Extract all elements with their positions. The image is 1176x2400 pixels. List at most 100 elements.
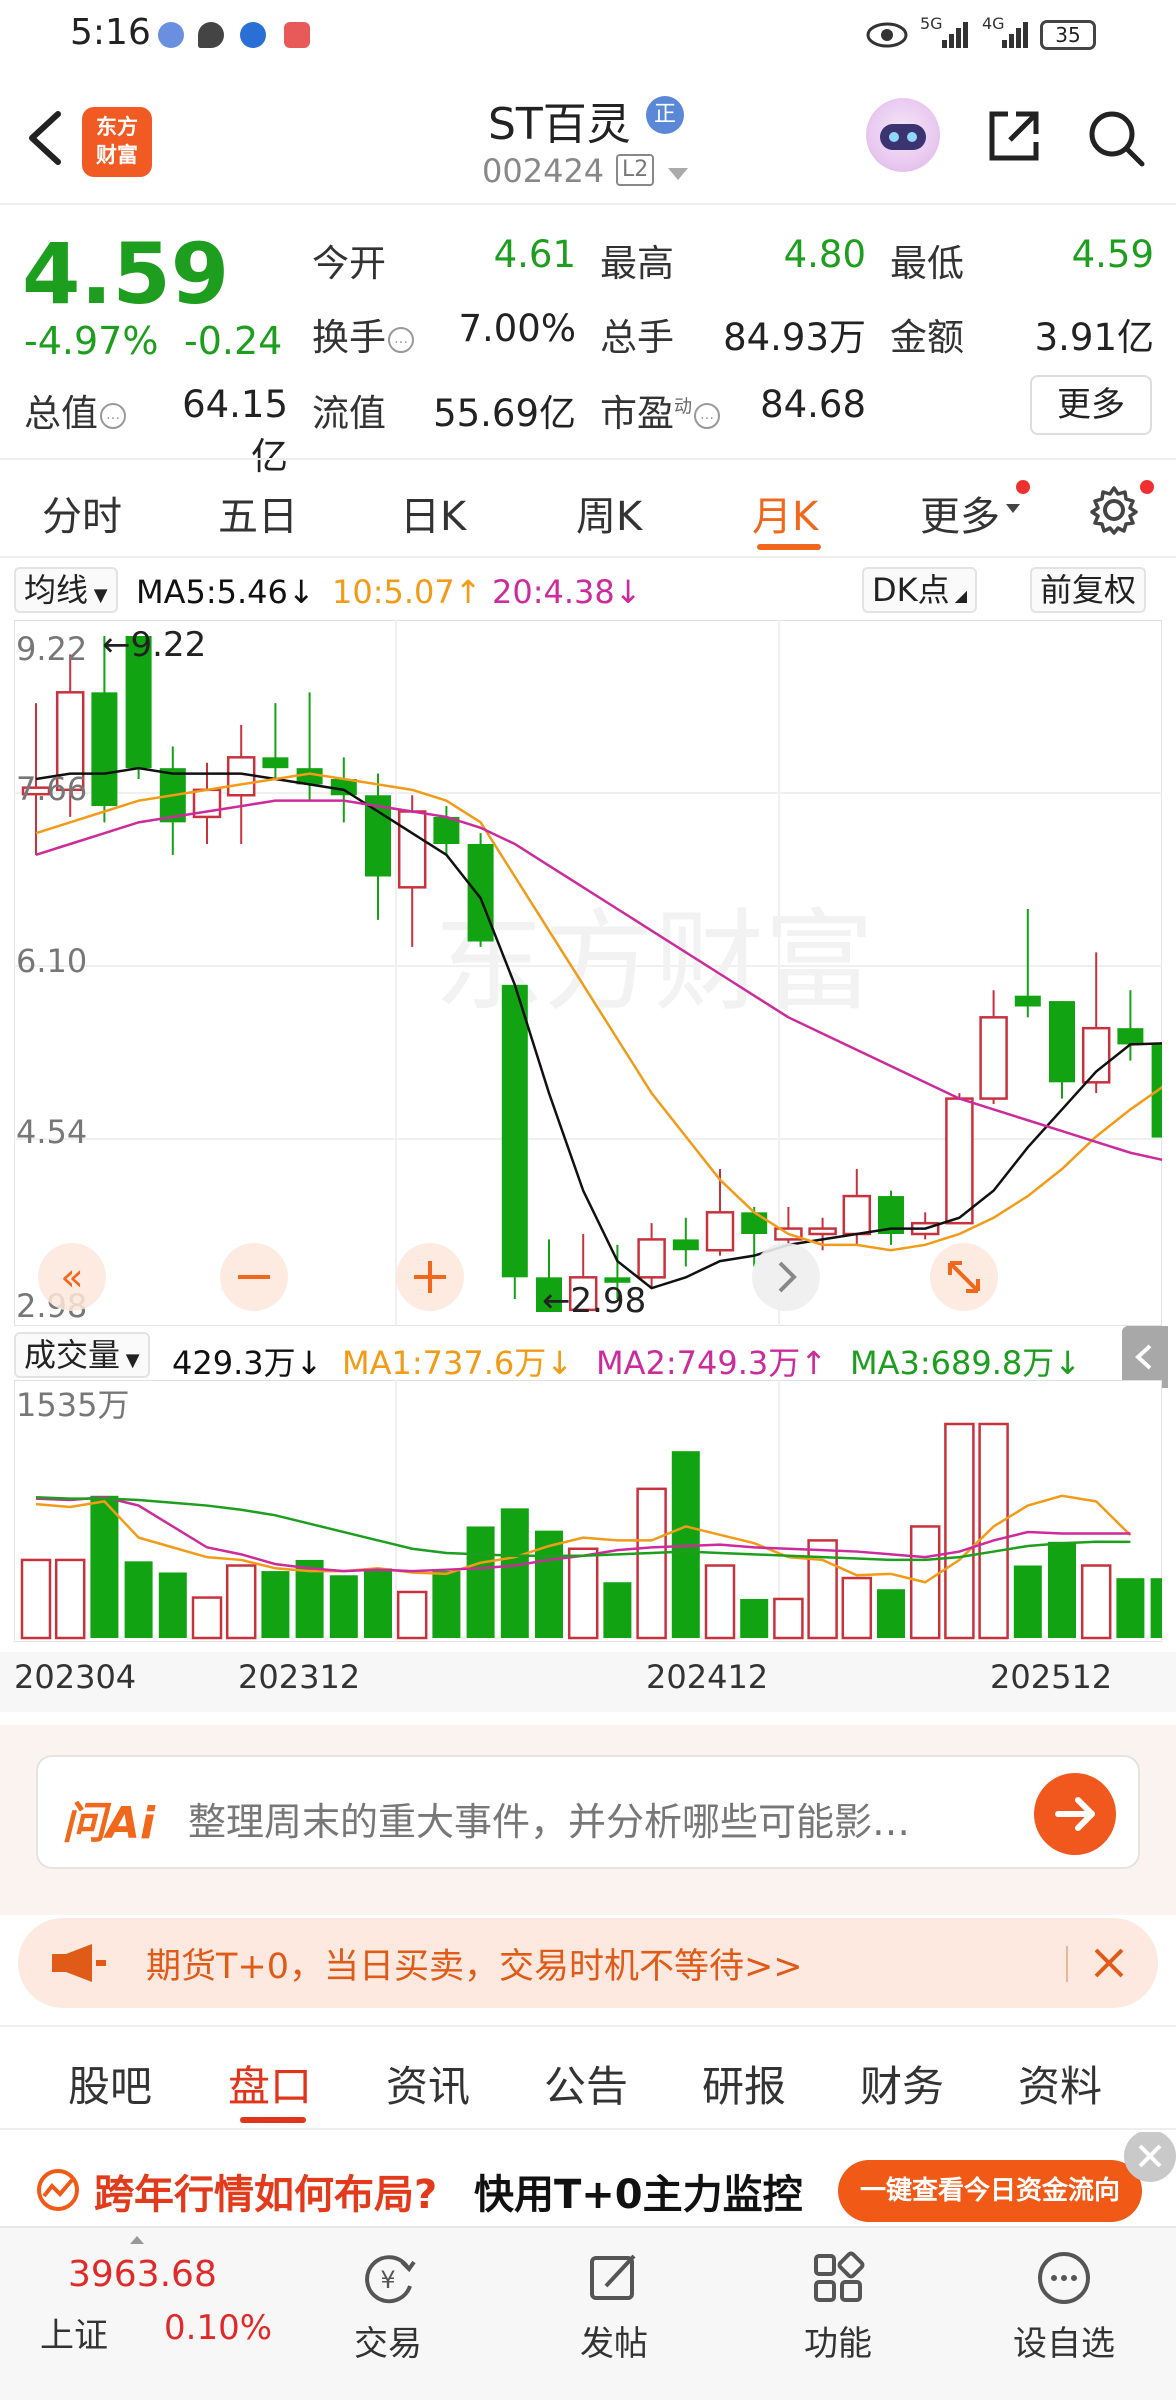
kline-chart[interactable]: 东方财富 9.22 7.66 6.10 4.54 2.98 ←9.22 ←2.9…	[14, 620, 1162, 1326]
more-button[interactable]: 更多	[1030, 375, 1152, 435]
back-button[interactable]	[22, 108, 72, 168]
index-value[interactable]: 3963.68	[68, 2254, 217, 2295]
nav-trade-label: 交易	[354, 2324, 422, 2364]
info-icon[interactable]: …	[388, 326, 414, 353]
ma-type-label: 均线	[24, 571, 89, 609]
change-percent: -4.97%	[24, 319, 159, 363]
index-change[interactable]: 0.10%	[164, 2308, 272, 2348]
chevron-up-icon[interactable]	[130, 2236, 144, 2244]
tab-news[interactable]: 资讯	[386, 2053, 470, 2114]
info-icon[interactable]: …	[100, 402, 126, 429]
ma-legend-row: 均线 ▼ MA5:5.46↓ 10:5.07↑ 20:4.38↓ DK点 ◢ 前…	[0, 565, 1176, 615]
index-name[interactable]: 上证	[40, 2308, 108, 2357]
megaphone-icon	[52, 1944, 106, 1982]
ad-banner[interactable]: 跨年行情如何布局? 快用T+0主力监控 一键查看今日资金流向	[0, 2132, 1176, 2232]
dk-point-selector[interactable]: DK点 ◢	[862, 567, 978, 613]
volume-bar	[54, 1558, 86, 1640]
scroll-left-button[interactable]: «	[38, 1243, 106, 1311]
amount-value: 3.91亿	[1034, 316, 1154, 359]
high-marker: ←9.22	[102, 625, 206, 665]
tab-forum[interactable]: 股吧	[68, 2053, 152, 2114]
trend-icon	[37, 2169, 79, 2211]
add-favorite-icon	[1038, 2252, 1090, 2304]
ai-ask-input[interactable]: 问Ai 整理周末的重大事件，并分析哪些可能影…	[36, 1755, 1140, 1869]
ai-assistant-icon[interactable]	[866, 98, 940, 172]
info-icon[interactable]: …	[694, 402, 720, 429]
nav-functions[interactable]: 功能	[768, 2250, 908, 2365]
grid-icon	[814, 2251, 865, 2302]
chevron-down-icon[interactable]	[668, 168, 688, 180]
nav-add-favorite[interactable]: 设自选	[994, 2250, 1134, 2365]
tab-daily-k[interactable]: 日K	[400, 484, 466, 542]
high-marker-value: 9.22	[131, 625, 207, 665]
search-icon[interactable]	[1086, 108, 1146, 168]
volume-current: 429.3万↓	[172, 1344, 323, 1382]
scroll-right-button[interactable]	[752, 1243, 820, 1311]
volume-bar	[1116, 1578, 1145, 1638]
volume-value: 84.93万	[723, 316, 866, 359]
chevron-left-icon	[1135, 1344, 1152, 1370]
tab-announcements[interactable]: 公告	[544, 2053, 628, 2114]
zoom-out-button[interactable]	[220, 1243, 288, 1311]
arrow-right-icon	[1055, 1797, 1095, 1831]
promo-text: 期货T+0，当日买卖，交易时机不等待>>	[146, 1947, 803, 1987]
tab-financials[interactable]: 财务	[860, 2053, 944, 2114]
close-icon[interactable]	[1084, 1938, 1134, 1988]
ai-ask-section: 问Ai 整理周末的重大事件，并分析哪些可能影…	[0, 1725, 1176, 1915]
volume-bar	[740, 1598, 769, 1638]
message-icon	[198, 22, 224, 48]
active-section-indicator	[240, 2117, 306, 2123]
stock-code[interactable]: 002424	[482, 152, 604, 190]
volume-bar	[567, 1547, 599, 1640]
market-cap-label: 总值…	[24, 383, 126, 437]
volume-bar	[90, 1495, 119, 1638]
zoom-in-button[interactable]	[396, 1243, 464, 1311]
nav-trade[interactable]: ¥ 交易	[318, 2250, 458, 2365]
turnover-value: 7.00%	[458, 307, 576, 350]
volume-bar	[944, 1422, 975, 1640]
turnover-label-text: 换手	[312, 316, 386, 359]
fullscreen-button[interactable]	[930, 1243, 998, 1311]
logo-line1: 东方	[96, 115, 138, 139]
tab-intraday[interactable]: 分时	[42, 484, 122, 542]
volume-bar	[1048, 1541, 1076, 1638]
float-cap-value: 55.69亿	[433, 392, 576, 435]
level-badge[interactable]: L2	[616, 154, 655, 186]
tab-five-day[interactable]: 五日	[218, 484, 298, 542]
volume-bar	[225, 1564, 257, 1640]
divider	[1066, 1946, 1068, 1982]
ma10-value: 10:5.07↑	[332, 573, 482, 611]
banner-cta-button[interactable]: 一键查看今日资金流向	[838, 2160, 1142, 2222]
volume-bar	[158, 1572, 187, 1638]
settings-gear-icon[interactable]	[1088, 484, 1140, 536]
tab-profile[interactable]: 资料	[1018, 2053, 1102, 2114]
tab-research[interactable]: 研报	[702, 2053, 786, 2114]
stock-header: 东方 财富 ST百灵 正 002424 L2	[0, 70, 1176, 205]
share-icon[interactable]	[984, 106, 1044, 166]
ma20-text: 20:4.38	[492, 573, 615, 611]
volume-chart[interactable]: 1535万	[14, 1380, 1162, 1642]
adjust-selector[interactable]: 前复权	[1030, 567, 1147, 613]
promo-bar[interactable]: 期货T+0，当日买卖，交易时机不等待>>	[18, 1918, 1158, 2008]
indicator-selector[interactable]: 成交量 ▼	[14, 1332, 150, 1378]
volume-bar	[978, 1422, 1009, 1640]
tab-weekly-k[interactable]: 周K	[576, 484, 642, 542]
tab-more[interactable]: 更多	[920, 484, 1000, 542]
music-icon	[158, 22, 184, 48]
ma-type-selector[interactable]: 均线 ▼	[14, 567, 118, 613]
bottom-navigation: 3963.68 上证 0.10% ¥ 交易 发帖 功能 设自选	[0, 2226, 1176, 2400]
pe-value: 84.68	[760, 383, 866, 426]
tab-orderbook[interactable]: 盘口	[228, 2053, 312, 2114]
signal-icon	[942, 22, 968, 48]
side-panel-toggle[interactable]	[1122, 1326, 1168, 1388]
nav-post[interactable]: 发帖	[544, 2250, 684, 2365]
app-icon	[240, 22, 266, 48]
ai-send-button[interactable]	[1034, 1773, 1116, 1855]
volume-legend-row: 成交量 ▼ 429.3万↓ MA1:737.6万↓ MA2:749.3万↑ MA…	[0, 1332, 1176, 1382]
banner-close-button[interactable]	[1124, 2132, 1176, 2182]
status-bar: 5:16 5G 4G 35	[0, 0, 1176, 70]
app-logo[interactable]: 东方 财富	[82, 107, 152, 177]
stock-name: ST百灵	[488, 99, 631, 150]
pe-label: 市盈动…	[600, 383, 720, 437]
tab-monthly-k[interactable]: 月K	[752, 484, 818, 542]
